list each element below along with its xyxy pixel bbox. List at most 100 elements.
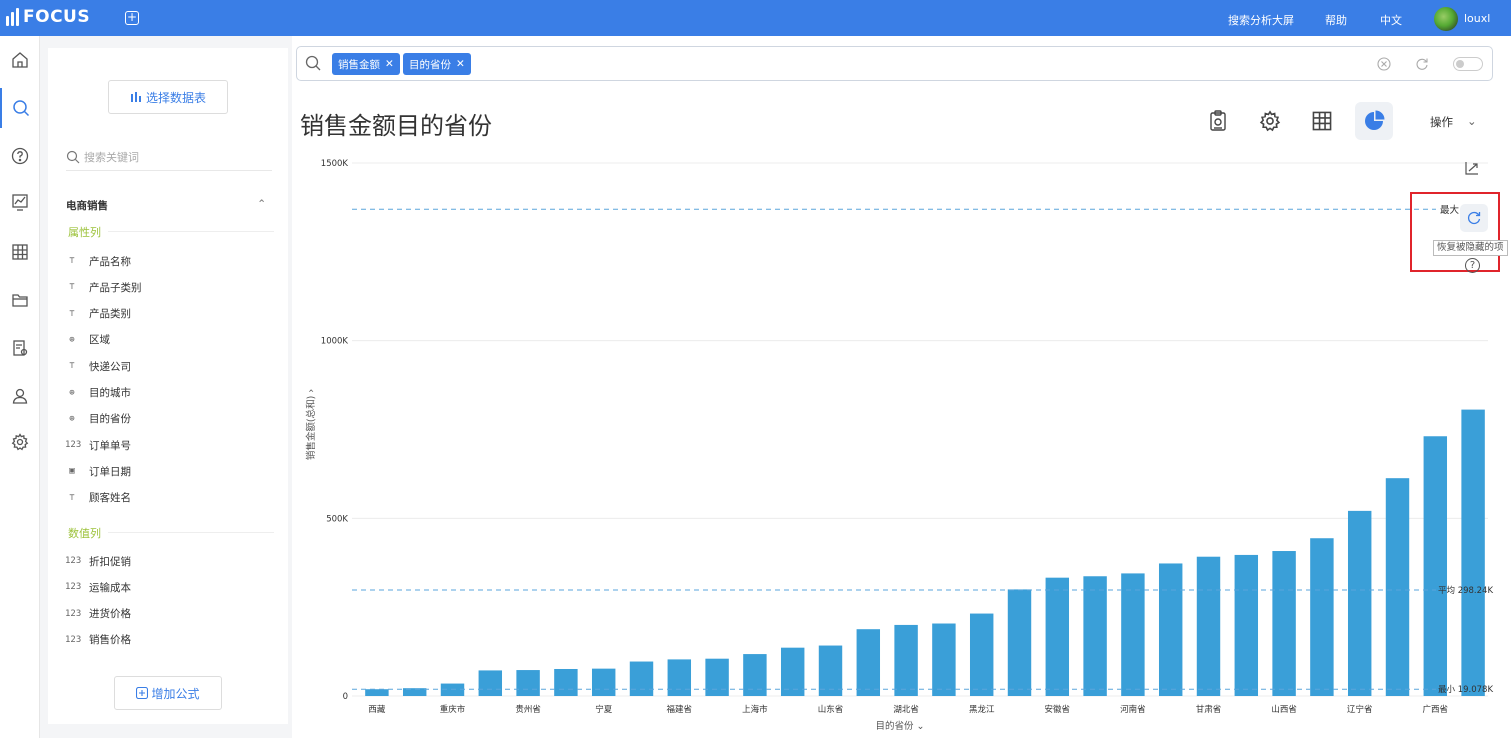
bar[interactable] <box>1423 436 1448 696</box>
column-item[interactable]: ⊤ 产品子类别 <box>65 278 141 296</box>
column-item[interactable]: ⊕ 目的省份 <box>65 410 131 428</box>
help-icon[interactable]: ? <box>1465 258 1480 273</box>
pin-to-board-button[interactable] <box>1199 102 1237 140</box>
bar[interactable] <box>1121 573 1145 696</box>
logo-mark-icon <box>6 8 19 26</box>
top-bar: FOCUS + 搜索分析大屏 帮助 中文 louxl <box>0 0 1511 36</box>
x-tick-label: 广西省 <box>1423 704 1449 715</box>
bar[interactable] <box>1461 409 1485 696</box>
restore-hidden-button[interactable] <box>1460 204 1488 232</box>
number-type-icon: 123 <box>65 634 82 645</box>
x-tick-label: 西藏 <box>368 704 386 715</box>
number-type-icon: 123 <box>65 582 82 593</box>
search-mode-toggle[interactable] <box>1453 57 1483 71</box>
search-token[interactable]: 目的省份 ✕ <box>403 53 471 75</box>
column-item[interactable]: 123 销售价格 <box>65 631 131 649</box>
y-tick-label: 1500K <box>321 159 349 169</box>
search-icon[interactable] <box>0 88 40 128</box>
report-settings-icon[interactable] <box>0 328 40 368</box>
bar[interactable] <box>856 629 881 696</box>
x-tick-label: 福建省 <box>667 704 693 715</box>
bar[interactable] <box>516 670 540 696</box>
settings-icon[interactable] <box>0 422 40 462</box>
icon-rail <box>0 36 40 738</box>
column-item[interactable]: ⊕ 目的城市 <box>65 384 131 402</box>
chart-settings-button[interactable] <box>1251 102 1289 140</box>
column-item[interactable]: 123 进货价格 <box>65 605 131 623</box>
column-item[interactable]: ⊤ 产品类别 <box>65 305 131 323</box>
nav-link-dashboard[interactable]: 搜索分析大屏 <box>1228 12 1294 28</box>
folder-icon[interactable] <box>0 280 40 320</box>
globe-icon: ⊕ <box>69 387 75 398</box>
text-type-icon: ⊤ <box>69 282 75 293</box>
add-tab-icon[interactable]: + <box>125 11 139 25</box>
keyword-search-input[interactable]: 搜索关键词 <box>66 143 272 171</box>
bar[interactable] <box>969 613 994 696</box>
home-icon[interactable] <box>0 40 40 80</box>
search-token[interactable]: 销售金额 ✕ <box>332 53 400 75</box>
column-item[interactable]: ⊤ 快递公司 <box>65 357 131 375</box>
bar[interactable] <box>894 624 918 696</box>
bar[interactable] <box>705 658 729 696</box>
x-tick-label: 宁夏 <box>595 704 613 715</box>
text-type-icon: ⊤ <box>69 256 75 266</box>
refresh-icon[interactable] <box>1415 57 1429 71</box>
column-item[interactable]: ▣ 订单日期 <box>65 462 131 480</box>
column-item[interactable]: ⊤ 产品名称 <box>65 252 131 270</box>
bar[interactable] <box>1007 589 1032 696</box>
column-label: 目的省份 <box>89 413 131 426</box>
bar[interactable] <box>629 661 654 696</box>
bar[interactable] <box>1045 577 1070 696</box>
table-view-button[interactable] <box>1303 102 1341 140</box>
bar[interactable] <box>1310 538 1334 696</box>
column-item[interactable]: 123 运输成本 <box>65 578 131 596</box>
number-section-title: 数值列 <box>68 525 274 541</box>
nav-link-help[interactable]: 帮助 <box>1325 12 1347 28</box>
column-item[interactable]: 123 折扣促销 <box>65 552 131 570</box>
bar[interactable] <box>743 654 767 696</box>
help-icon[interactable] <box>0 136 40 176</box>
bar[interactable] <box>932 623 956 696</box>
column-item[interactable]: 123 订单单号 <box>65 436 131 454</box>
clear-icon[interactable] <box>1377 57 1391 71</box>
logo[interactable]: FOCUS <box>6 7 90 27</box>
column-item[interactable]: ⊕ 区域 <box>65 331 110 349</box>
bar[interactable] <box>1272 551 1296 696</box>
bar[interactable] <box>478 670 503 696</box>
select-table-button[interactable]: 选择数据表 <box>108 80 228 114</box>
bar[interactable] <box>818 645 843 696</box>
column-item[interactable]: ⊤ 顾客姓名 <box>65 489 131 507</box>
bar[interactable] <box>667 659 692 696</box>
table-icon[interactable] <box>0 232 40 272</box>
bar[interactable] <box>1347 510 1372 696</box>
x-tick-label: 山西省 <box>1271 704 1297 715</box>
search-bar[interactable]: 销售金额 ✕ 目的省份 ✕ <box>296 46 1493 81</box>
number-type-icon: 123 <box>65 440 82 451</box>
nav-link-language[interactable]: 中文 <box>1380 12 1402 28</box>
avatar[interactable] <box>1434 7 1458 31</box>
reference-line-label: 最小 19.078K <box>1438 684 1493 695</box>
column-label: 折扣促销 <box>89 555 131 568</box>
bar[interactable] <box>554 668 578 696</box>
bar[interactable] <box>591 668 616 696</box>
bar[interactable] <box>1234 554 1259 696</box>
bar[interactable] <box>365 689 389 696</box>
close-icon[interactable]: ✕ <box>385 58 394 70</box>
bar[interactable] <box>1196 556 1221 696</box>
close-icon[interactable]: ✕ <box>456 58 465 70</box>
select-table-label: 选择数据表 <box>145 90 206 105</box>
bar[interactable] <box>1083 576 1107 696</box>
zoom-reset-icon[interactable] <box>1464 160 1480 176</box>
add-formula-button[interactable]: 增加公式 <box>114 676 222 710</box>
chart-view-button[interactable] <box>1355 102 1393 140</box>
user-icon[interactable] <box>0 376 40 416</box>
bar[interactable] <box>1158 563 1183 696</box>
bar[interactable] <box>440 683 465 696</box>
table-group-name: 电商销售 <box>66 200 108 212</box>
table-group-header[interactable]: 电商销售 ⌃ <box>66 198 272 213</box>
chevron-up-icon: ⌃ <box>257 198 266 210</box>
bar[interactable] <box>1385 478 1410 696</box>
dashboard-icon[interactable] <box>0 182 40 222</box>
operations-dropdown[interactable]: 操作 ⌄ <box>1430 114 1477 130</box>
username[interactable]: louxl <box>1464 12 1490 25</box>
